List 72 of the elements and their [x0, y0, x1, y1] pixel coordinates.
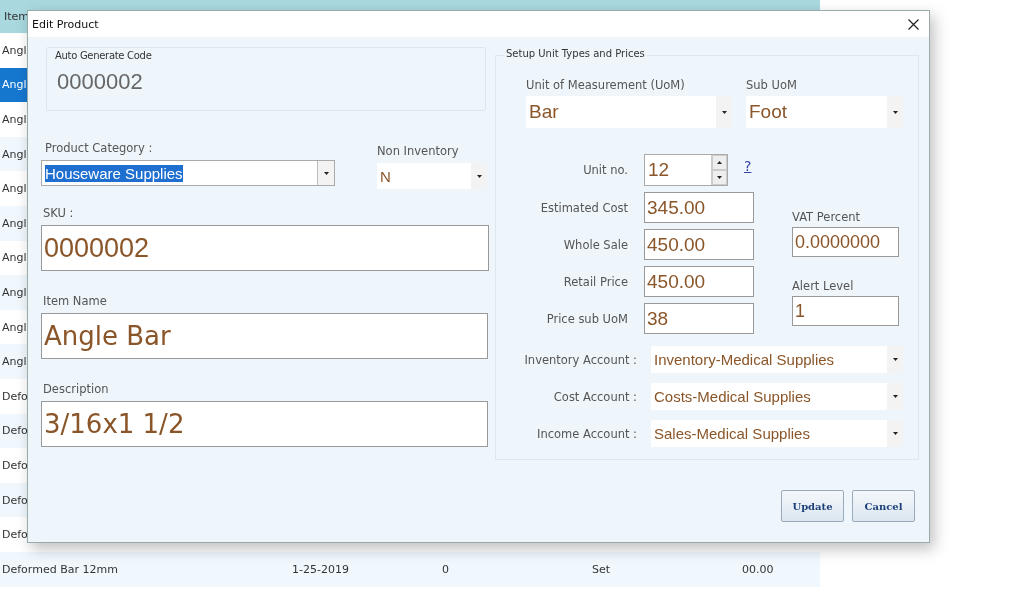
table-cell: 0 — [442, 562, 449, 576]
table-cell: Set — [592, 562, 611, 576]
description-field[interactable]: 3/16x1 1/2 — [41, 401, 488, 447]
window-title: Edit Product — [32, 17, 99, 31]
category-dropdown[interactable]: Houseware Supplies — [41, 160, 335, 186]
table-cell: Angl — [2, 78, 27, 92]
sku-field[interactable]: 0000002 — [41, 225, 489, 271]
account-dropdown[interactable]: Costs-Medical Supplies — [651, 383, 903, 410]
field-label: Income Account : — [537, 426, 637, 441]
field-label: SKU : — [42, 206, 75, 220]
sub-uom-dropdown[interactable]: Foot — [746, 96, 903, 128]
cancel-button[interactable]: Cancel — [852, 490, 915, 522]
down-arrow-icon — [323, 171, 329, 175]
field-label: Non Inventory — [377, 144, 460, 158]
code-value: 0000002 — [56, 69, 144, 95]
non-inventory-dropdown[interactable]: N — [377, 163, 487, 189]
field-label: Whole Sale — [563, 237, 628, 252]
table-cell: Angl — [2, 147, 27, 161]
field-label: Alert Level — [792, 279, 855, 293]
table-cell: Defo — [2, 389, 28, 403]
down-arrow-icon — [892, 395, 898, 398]
field-label: Sub UoM — [746, 78, 798, 92]
field-label: Cost Account : — [553, 389, 637, 404]
table-cell: Angl — [2, 43, 27, 57]
down-arrow-icon — [892, 358, 898, 361]
price-field[interactable]: 450.00 — [644, 229, 754, 260]
down-arrow-icon — [717, 176, 722, 179]
field-label: Price sub UoM — [546, 311, 628, 326]
uom-dropdown[interactable]: Bar — [526, 96, 732, 128]
table-cell: Angl — [2, 320, 27, 334]
price-field[interactable]: 450.00 — [644, 266, 754, 297]
table-cell: Angl — [2, 113, 27, 126]
down-arrow-icon — [721, 110, 727, 114]
table-cell: Defo — [2, 493, 28, 507]
group-title: Setup Unit Types and Prices — [504, 48, 647, 59]
table-cell: Angl — [2, 216, 27, 230]
table-cell: Defo — [2, 528, 28, 542]
update-button[interactable]: Update — [781, 490, 844, 522]
item-name-field[interactable]: Angle Bar — [41, 313, 488, 359]
table-cell: Angl — [2, 285, 27, 299]
alert-level-field[interactable]: 1 — [792, 296, 899, 326]
table-cell: Defo — [2, 458, 28, 472]
field-label: Inventory Account : — [524, 352, 637, 367]
field-label: Retail Price — [563, 274, 628, 289]
account-dropdown[interactable]: Sales-Medical Supplies — [651, 420, 903, 447]
table-cell: Defo — [2, 424, 28, 438]
field-label: Unit no. — [583, 163, 628, 177]
price-field[interactable]: 38 — [644, 303, 754, 334]
table-cell: Angl — [2, 355, 27, 369]
down-arrow-icon — [476, 174, 482, 178]
field-label: Estimated Cost — [540, 200, 628, 215]
down-arrow-icon — [892, 110, 898, 114]
table-cell: Angl — [2, 251, 27, 265]
field-label: Unit of Measurement (UoM) — [526, 78, 686, 92]
close-icon[interactable] — [908, 18, 919, 30]
unit-spinner[interactable]: 12 — [644, 154, 728, 186]
table-cell: Angl — [2, 182, 27, 196]
account-dropdown[interactable]: Inventory-Medical Supplies — [651, 346, 903, 373]
price-field[interactable]: 345.00 — [644, 192, 754, 223]
field-label: Product Category : — [44, 141, 154, 155]
field-label: Auto Generate Code — [55, 50, 153, 61]
table-row[interactable]: Deformed Bar 12mm 1-25-2019 0 Set 00.00 — [0, 551, 820, 587]
table-cell: 1-25-2019 — [292, 562, 349, 576]
up-arrow-icon — [717, 161, 722, 164]
down-arrow-icon — [892, 432, 898, 435]
help-link[interactable]: ? — [744, 158, 752, 186]
table-cell: 00.00 — [742, 562, 774, 576]
field-label: Item Name — [42, 294, 108, 308]
field-label: VAT Percent — [792, 210, 862, 224]
table-cell: Deformed Bar 12mm — [2, 562, 118, 576]
field-label: Description — [42, 382, 110, 396]
vat-field[interactable]: 0.0000000 — [792, 227, 899, 257]
